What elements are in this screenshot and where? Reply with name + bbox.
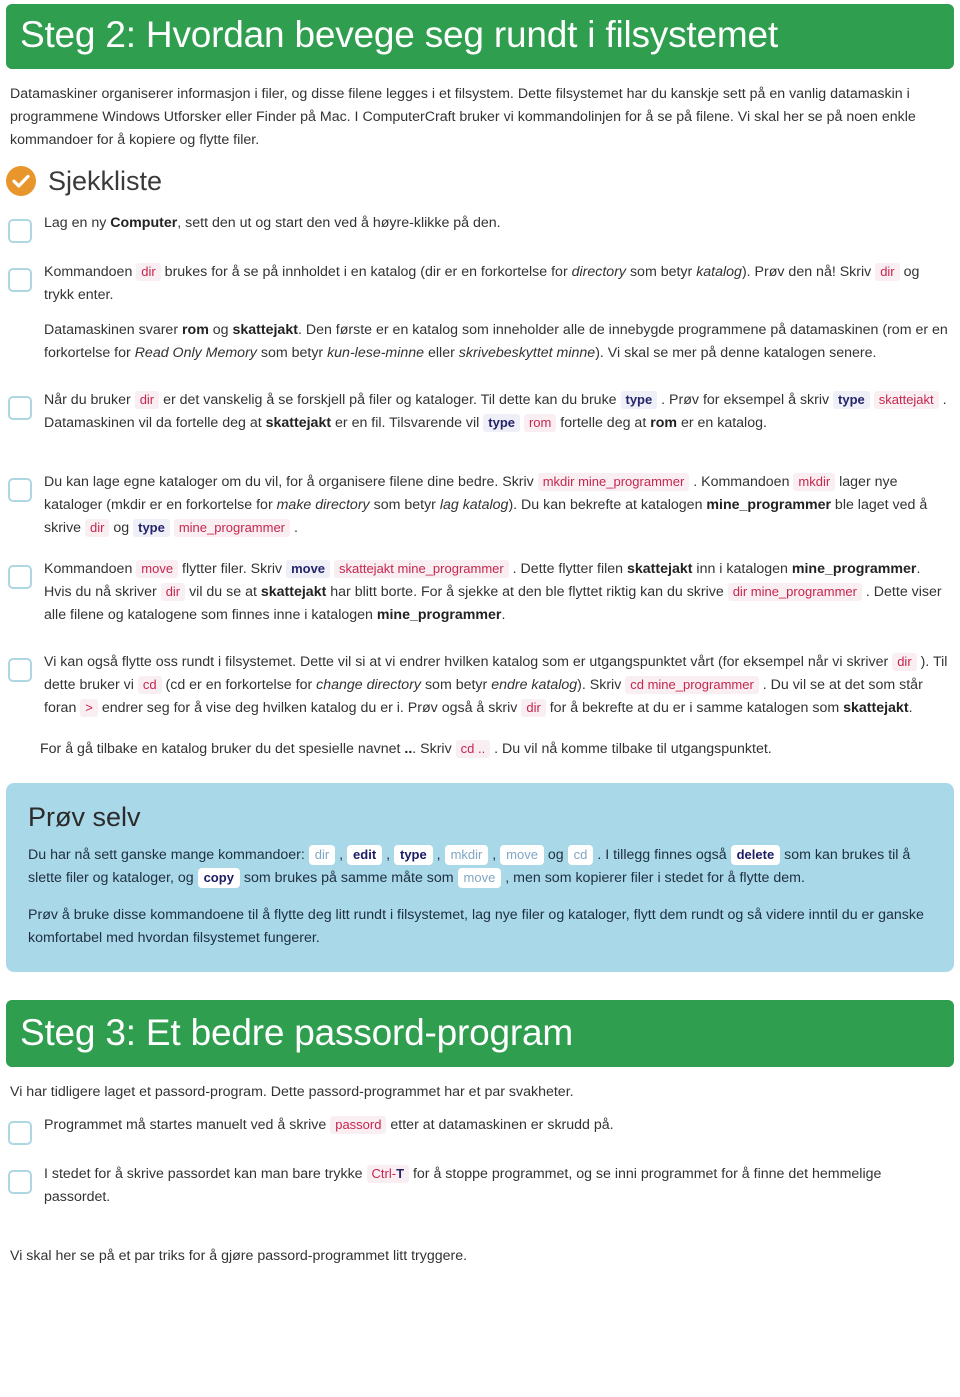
checklist-item-text: Programmet må startes manuelt ved å skri…	[44, 1116, 614, 1135]
checkbox[interactable]	[8, 396, 32, 421]
checklist-title: Sjekkliste	[48, 165, 163, 196]
check-circle-icon	[6, 166, 36, 197]
step2-header: Steg 2: Hvordan bevege seg rundt i filsy…	[6, 4, 954, 70]
step2-trailing-paragraph: For å gå tilbake en katalog bruker du de…	[40, 740, 772, 759]
checkbox[interactable]	[8, 1170, 32, 1195]
checklist-item-text: Du kan lage egne kataloger om du vil, fo…	[44, 473, 928, 538]
step2-intro-paragraph: Datamaskiner organiserer informasjon i f…	[10, 86, 916, 149]
step3-intro-paragraph: Vi har tidligere laget et passord-progra…	[10, 1084, 574, 1101]
checklist-item-type[interactable]: Når du bruker dir er det vanskelig å se …	[8, 389, 950, 435]
checklist-item-text: Vi kan også flytte oss rundt i filsystem…	[44, 653, 948, 718]
checkbox[interactable]	[8, 565, 32, 590]
try-it-yourself-paragraph-1: Du har nå sett ganske mange kommandoer: …	[28, 844, 911, 888]
checklist-item-lag-computer[interactable]: Lag en ny Computer, sett den ut og start…	[8, 212, 950, 244]
checklist-heading: Sjekkliste	[6, 165, 954, 197]
checklist-item-dir[interactable]: Kommandoen dir brukes for å se på innhol…	[8, 261, 950, 365]
document-page: Steg 2: Hvordan bevege seg rundt i filsy…	[0, 4, 960, 1268]
step3-closing-paragraph: Vi skal her se på et par triks for å gjø…	[10, 1248, 468, 1265]
checklist-item-move[interactable]: Kommandoen move flytter filer. Skriv mov…	[8, 558, 950, 627]
checklist-item-text: Når du bruker dir er det vanskelig å se …	[44, 391, 947, 433]
checklist-item-ctrl-t[interactable]: I stedet for å skrive passordet kan man …	[8, 1163, 950, 1209]
try-it-yourself-paragraph-2: Prøv å bruke disse kommandoene til å fly…	[28, 906, 924, 946]
checklist-item-text: Lag en ny Computer, sett den ut og start…	[44, 215, 501, 232]
step3-header: Steg 3: Et bedre passord-program	[6, 999, 954, 1068]
checkbox[interactable]	[8, 219, 32, 244]
checklist-item-text: Kommandoen move flytter filer. Skriv mov…	[44, 560, 942, 624]
checkbox[interactable]	[8, 268, 32, 293]
checklist-item-cd[interactable]: Vi kan også flytte oss rundt i filsystem…	[8, 651, 950, 720]
checklist-item-passord-manuelt[interactable]: Programmet må startes manuelt ved å skri…	[8, 1114, 950, 1146]
try-it-yourself-box: Prøv selv Du har nå sett ganske mange ko…	[6, 783, 954, 972]
checkbox[interactable]	[8, 1121, 32, 1146]
checkbox[interactable]	[8, 658, 32, 683]
checkbox[interactable]	[8, 478, 32, 503]
checklist-item-text: I stedet for å skrive passordet kan man …	[44, 1165, 882, 1206]
checklist-item-mkdir[interactable]: Du kan lage egne kataloger om du vil, fo…	[8, 471, 950, 540]
try-it-yourself-title: Prøv selv	[28, 802, 141, 833]
checklist-item-text: Kommandoen dir brukes for å se på innhol…	[44, 263, 948, 362]
